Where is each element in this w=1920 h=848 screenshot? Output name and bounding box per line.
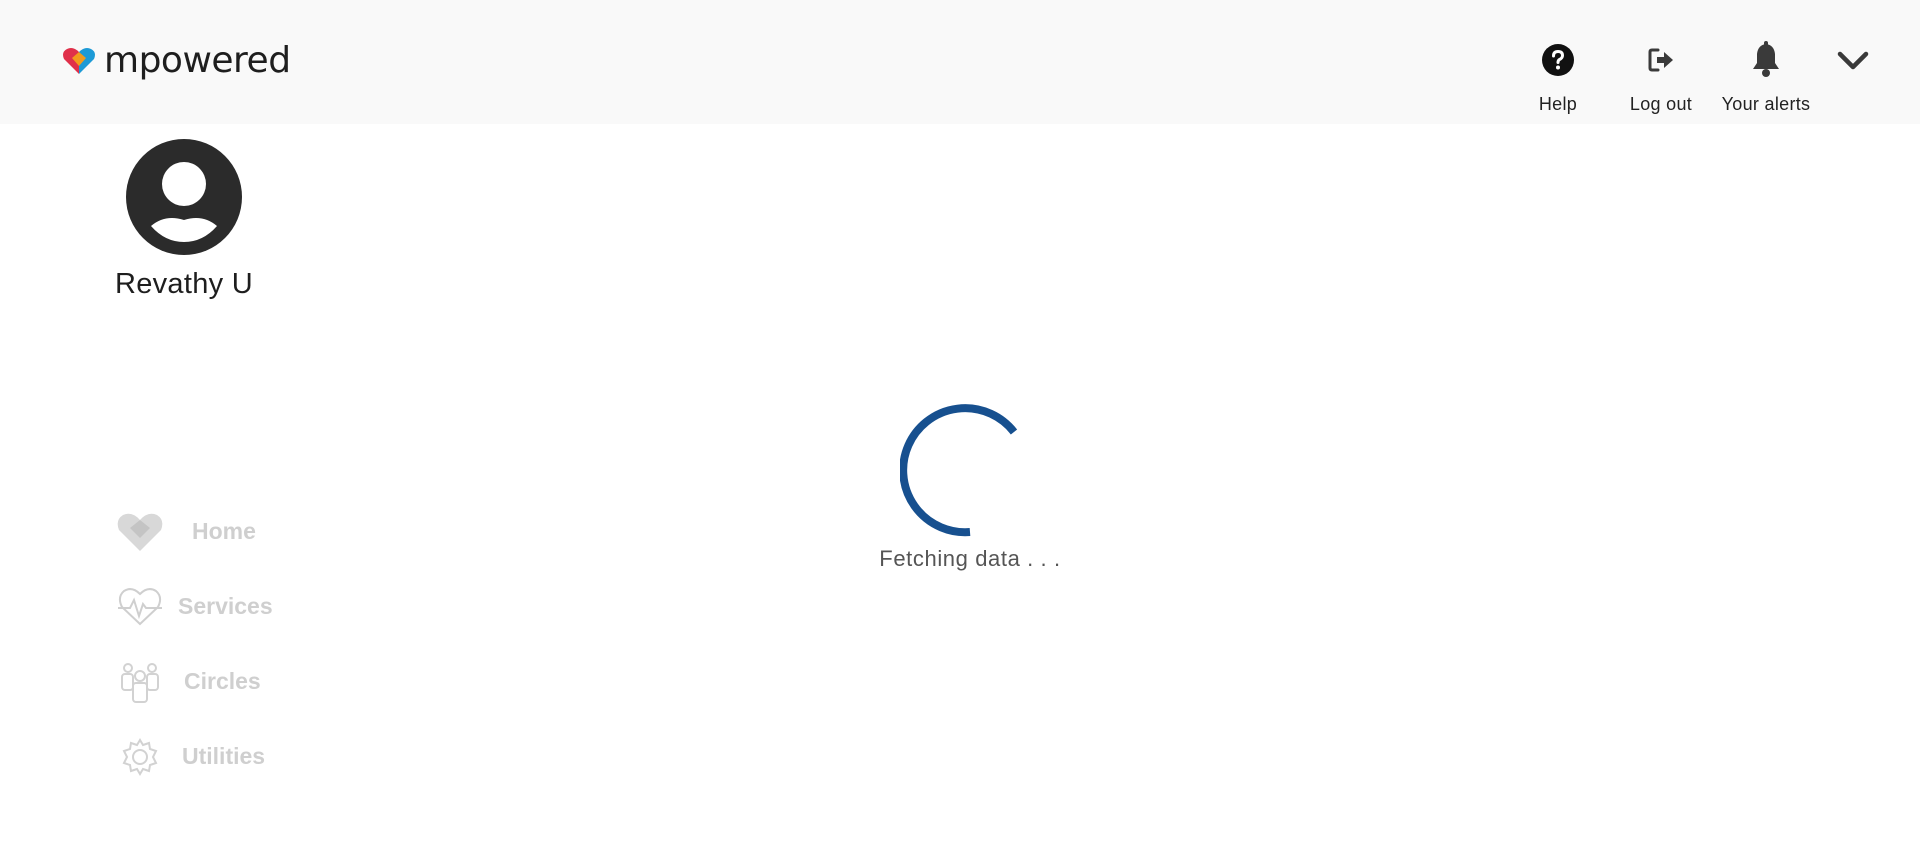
loading-indicator: Fetching data . . . xyxy=(860,400,1080,572)
logout-button[interactable]: Log out xyxy=(1624,38,1698,122)
chevron-down-icon[interactable] xyxy=(1836,48,1870,74)
help-label: Help xyxy=(1538,94,1578,114)
nav-label-utilities: Utilities xyxy=(182,743,266,769)
logout-icon xyxy=(1648,48,1673,72)
heartbeat-icon xyxy=(116,583,164,631)
spinner-icon xyxy=(900,404,1018,537)
alerts-button[interactable]: Your alerts xyxy=(1716,38,1816,122)
logo-heart-icon xyxy=(63,48,95,74)
nav-item-circles[interactable]: Circles xyxy=(116,644,276,719)
nav-label-circles: Circles xyxy=(184,668,261,694)
alerts-label: Your alerts xyxy=(1721,94,1811,114)
nav-label-home: Home xyxy=(192,518,256,544)
heart-home-icon xyxy=(116,508,164,556)
nav-label-services: Services xyxy=(178,593,273,619)
logout-label: Log out xyxy=(1629,94,1693,114)
top-header: mpowered Help Log out Your alerts xyxy=(0,0,1920,124)
side-nav: Home Services Circles Utilities xyxy=(116,494,276,794)
loading-text: Fetching data . . . xyxy=(879,546,1061,571)
gear-icon xyxy=(116,733,164,781)
user-avatar-icon[interactable] xyxy=(125,138,243,256)
people-icon xyxy=(116,658,164,706)
help-button[interactable]: Help xyxy=(1528,38,1588,122)
nav-item-utilities[interactable]: Utilities xyxy=(116,719,276,794)
app-logo[interactable]: mpowered xyxy=(62,40,291,82)
user-profile: Revathy U xyxy=(104,138,264,301)
nav-item-services[interactable]: Services xyxy=(116,569,276,644)
nav-item-home[interactable]: Home xyxy=(116,494,276,569)
logo-text: mpowered xyxy=(104,40,291,81)
help-icon xyxy=(1542,44,1574,76)
user-name: Revathy U xyxy=(114,268,254,300)
bell-icon xyxy=(1753,41,1779,77)
